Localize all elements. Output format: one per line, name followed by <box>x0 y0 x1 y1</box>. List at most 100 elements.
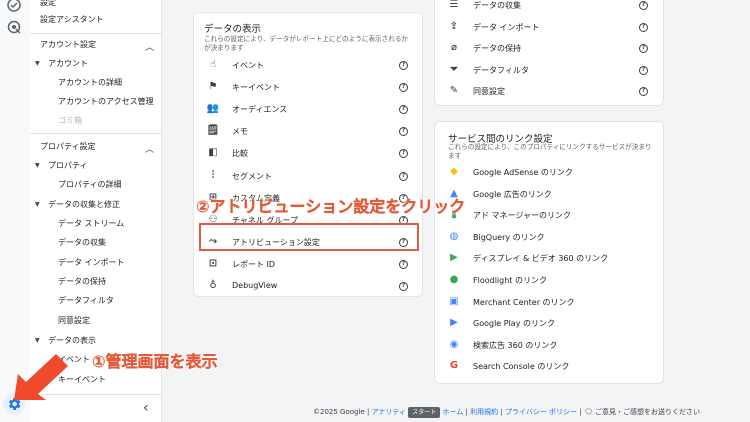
settings-row[interactable]: ◍ BigQuery のリンク <box>447 230 647 246</box>
start-tooltip: スタート <box>408 407 441 418</box>
terms-link[interactable]: 利用規約 <box>470 408 498 416</box>
sidebar-item-property-details[interactable]: プロパティの詳細 <box>58 180 122 190</box>
settings-row[interactable]: ☝ イベント? <box>206 58 411 74</box>
sidebar-item-data-filters[interactable]: データフィルタ <box>58 296 114 306</box>
row-label: DebugView <box>232 281 278 290</box>
home-link[interactable]: ホーム <box>443 408 464 416</box>
settings-row[interactable]: ▶ ディスプレイ & ビデオ 360 のリンク <box>447 251 647 267</box>
help-icon[interactable]: ? <box>639 65 648 75</box>
help-icon[interactable]: ? <box>639 87 648 96</box>
settings-row[interactable]: ⏷ データフィルタ? <box>447 63 651 79</box>
sidebar-group-data-display[interactable]: データの表示 <box>48 336 96 346</box>
sidebar-item-settings[interactable]: 設定 <box>40 0 56 8</box>
settings-row[interactable]: ▲ Google 広告のリンク <box>447 187 647 203</box>
sidebar-item-data-collection[interactable]: データの収集 <box>58 238 106 248</box>
settings-row[interactable]: 🗒 メモ? <box>206 124 411 140</box>
card-title: データの表示 <box>204 24 262 35</box>
settings-row[interactable]: ◉ 検索広告 360 のリンク <box>447 338 647 354</box>
reports-icon[interactable] <box>6 0 22 13</box>
property-settings-heading[interactable]: プロパティ設定 <box>40 142 96 152</box>
feedback-link[interactable]: ご意見・ご感想をお送りください <box>595 408 700 416</box>
row-label: Google Play のリンク <box>473 319 555 329</box>
privacy-link[interactable]: プライバシー ポリシー <box>505 408 577 416</box>
sidebar-item-trash[interactable]: ゴミ箱 <box>58 116 82 126</box>
settings-row[interactable]: ✎ 同意設定? <box>447 84 651 100</box>
settings-row[interactable]: G Search Console のリンク <box>447 359 647 375</box>
sidebar-group-data-collection[interactable]: データの収集と修正 <box>48 200 120 210</box>
settings-row[interactable]: ⇪ データ インポート? <box>447 20 651 36</box>
bigquery-icon: ◍ <box>449 230 459 242</box>
caret-down-icon[interactable]: ▼ <box>35 162 40 169</box>
sidebar-item-consent[interactable]: 同意設定 <box>58 316 90 326</box>
settings-row[interactable]: ⚑ キーイベント? <box>206 80 411 96</box>
caret-down-icon[interactable]: ▼ <box>35 60 40 67</box>
search-console-icon: G <box>449 360 459 372</box>
help-icon[interactable]: ? <box>399 105 408 115</box>
settings-row[interactable]: ▶ Google Play のリンク <box>447 316 647 332</box>
help-icon[interactable]: ? <box>639 22 648 32</box>
settings-row[interactable]: ⊡ レポート ID? <box>206 257 411 273</box>
analytics-link[interactable]: アナリティ <box>372 408 406 416</box>
help-icon[interactable]: ? <box>399 127 408 137</box>
settings-row[interactable]: ▣ Merchant Center のリンク <box>447 295 647 311</box>
help-icon[interactable]: ? <box>639 44 648 53</box>
settings-row[interactable]: ● Floodlight のリンク <box>447 273 647 289</box>
chevron-up-icon[interactable]: ︿ <box>145 142 154 155</box>
touch-icon: ☝ <box>209 59 217 70</box>
compare-icon: ◧ <box>208 147 218 159</box>
row-label: 検索広告 360 のリンク <box>473 340 558 350</box>
settings-row[interactable]: 👥 オーディエンス? <box>206 102 411 118</box>
report-id-icon: ⊡ <box>208 257 218 269</box>
sidebar-group-property[interactable]: プロパティ <box>48 161 88 171</box>
debug-icon: ♁ <box>209 280 217 291</box>
database-icon: ☰ <box>449 0 459 10</box>
help-icon[interactable]: ? <box>399 282 408 291</box>
caret-down-icon[interactable]: ▼ <box>35 201 40 208</box>
audience-icon: 👥 <box>206 103 220 115</box>
account-settings-heading[interactable]: アカウント設定 <box>40 40 96 50</box>
sidebar-item-data-import[interactable]: データ インポート <box>58 258 125 268</box>
divider <box>30 33 162 34</box>
row-label: データの保持 <box>473 44 521 53</box>
row-label: イベント <box>232 61 264 70</box>
settings-row[interactable]: ◆ Google AdSense のリンク <box>447 165 647 181</box>
chevron-up-icon[interactable]: ︿ <box>145 40 154 53</box>
row-label: Floodlight のリンク <box>473 276 547 285</box>
settings-row[interactable]: ◧ 比較? <box>206 146 411 162</box>
sidebar-item-account-access[interactable]: アカウントのアクセス管理 <box>58 97 154 107</box>
card-description: これらの設定により、データがレポート上にどのように表示されるかが決まります <box>204 35 409 52</box>
consent-icon: ✎ <box>449 85 459 96</box>
settings-row[interactable]: ▮ アド マネージャーのリンク <box>447 208 647 224</box>
row-label: Search Console のリンク <box>473 362 570 372</box>
merchant-center-icon: ▣ <box>449 295 459 307</box>
row-label: 同意設定 <box>473 87 505 96</box>
settings-row[interactable]: ♁ DebugView? <box>206 279 411 295</box>
step1-annotation: ①管理画面を表示 <box>92 352 218 371</box>
row-label: Google 広告のリンク <box>473 189 552 199</box>
sidebar-group-account[interactable]: アカウント <box>48 59 88 69</box>
sa360-icon: ◉ <box>449 338 459 350</box>
help-icon[interactable]: ? <box>639 1 648 10</box>
settings-row[interactable]: ⌀ データの保持? <box>447 41 651 57</box>
settings-row[interactable]: ☰ データの収集? <box>447 0 651 14</box>
help-icon[interactable]: ? <box>399 259 408 269</box>
attribution-highlight-box <box>199 223 419 251</box>
advertising-icon[interactable] <box>6 19 22 35</box>
settings-row[interactable]: ⫶ セグメント? <box>206 169 411 185</box>
sidebar-item-account-details[interactable]: アカウントの詳細 <box>58 78 122 88</box>
collapse-sidebar-icon[interactable]: ‹ <box>143 400 149 416</box>
help-icon[interactable]: ? <box>399 171 408 181</box>
row-label: メモ <box>232 127 248 137</box>
caret-down-icon[interactable]: ▼ <box>35 337 40 344</box>
sidebar-item-data-retention[interactable]: データの保持 <box>58 277 106 287</box>
row-label: 比較 <box>232 149 248 159</box>
row-label: Google AdSense のリンク <box>473 168 573 177</box>
help-icon[interactable]: ? <box>399 149 408 159</box>
help-icon[interactable]: ? <box>399 83 408 93</box>
dv360-icon: ▶ <box>450 252 458 264</box>
sidebar-item-data-streams[interactable]: データ ストリーム <box>58 219 124 229</box>
filter-icon: ⏷ <box>450 63 458 75</box>
help-icon[interactable]: ? <box>399 61 408 70</box>
sidebar-item-setup-assistant[interactable]: 設定アシスタント <box>40 15 104 25</box>
feedback-icon[interactable]: 🗨 <box>584 408 593 416</box>
